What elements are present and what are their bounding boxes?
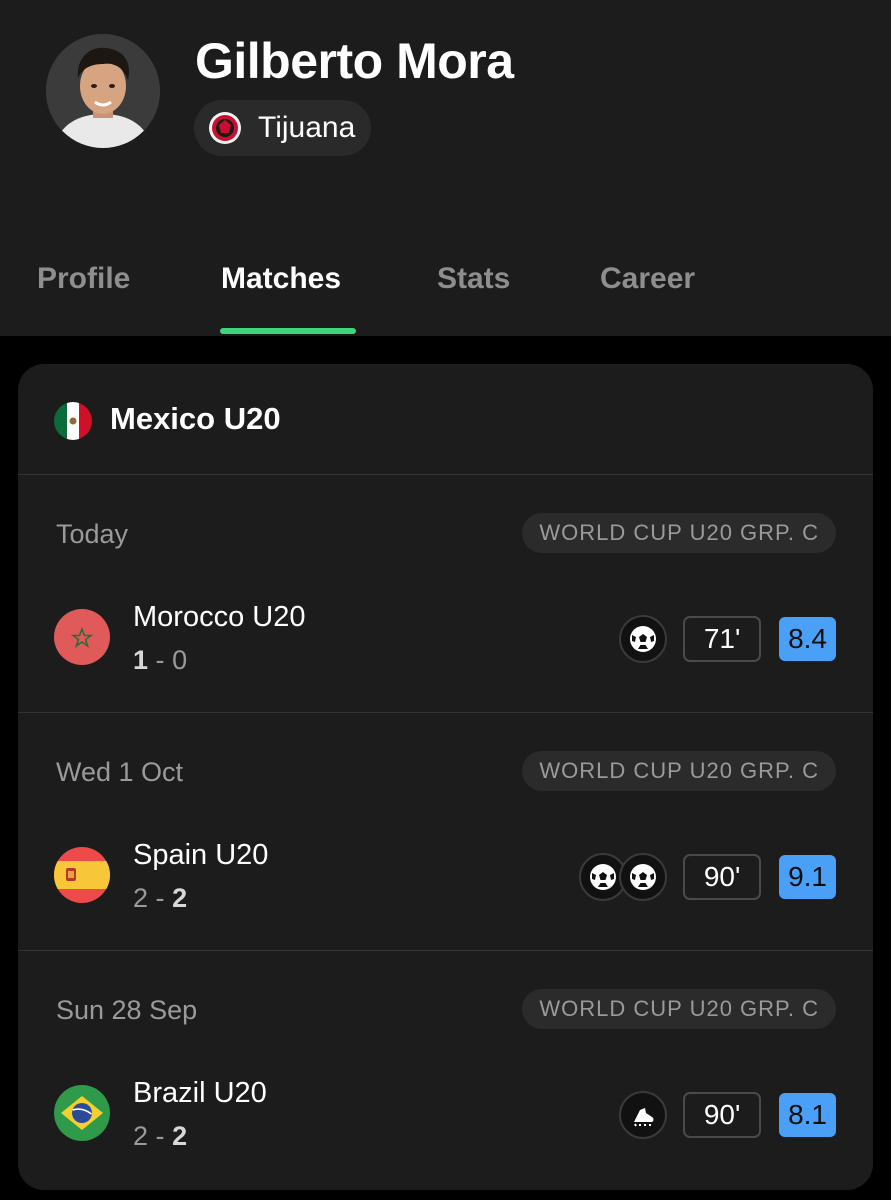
player-rating: 8.1: [779, 1093, 836, 1137]
player-header: Gilberto Mora Tijuana Profile Matches St…: [0, 0, 891, 336]
team-header[interactable]: Mexico U20: [18, 364, 873, 475]
opponent-name: Morocco U20: [133, 601, 306, 633]
morocco-flag-icon: [54, 609, 110, 665]
match-stats: 71' 8.4: [619, 615, 836, 663]
tab-matches[interactable]: Matches: [221, 262, 341, 296]
match-stats: 90' 9.1: [579, 853, 836, 901]
match-row[interactable]: Wed 1 Oct WORLD CUP U20 GRP. C Spain U20…: [18, 713, 873, 951]
match-row[interactable]: Sun 28 Sep WORLD CUP U20 GRP. C Brazil U…: [18, 951, 873, 1189]
player-avatar: [46, 34, 160, 148]
soccer-ball-icon: [619, 853, 668, 901]
club-crest-icon: [208, 111, 242, 145]
matches-card: Mexico U20 Today WORLD CUP U20 GRP. C Mo…: [18, 364, 873, 1190]
match-score: 2 - 2: [133, 1121, 188, 1151]
match-date: Sun 28 Sep: [56, 995, 198, 1025]
club-name: Tijuana: [258, 111, 356, 144]
tab-career[interactable]: Career: [600, 262, 695, 296]
brazil-flag-icon: [54, 1085, 110, 1141]
match-row[interactable]: Today WORLD CUP U20 GRP. C Morocco U20 1…: [18, 475, 873, 713]
club-chip[interactable]: Tijuana: [194, 100, 372, 156]
football-boot-icon: [619, 1091, 668, 1139]
spain-flag-icon: [54, 847, 110, 903]
minutes-played: 90': [683, 1092, 762, 1138]
mexico-flag-icon: [54, 402, 92, 440]
opponent-name: Spain U20: [133, 839, 269, 871]
competition-badge: WORLD CUP U20 GRP. C: [522, 989, 836, 1029]
player-name: Gilberto Mora: [195, 33, 514, 89]
team-name: Mexico U20: [110, 401, 281, 436]
match-score: 2 - 2: [133, 883, 188, 913]
tab-profile[interactable]: Profile: [37, 262, 130, 296]
player-rating: 8.4: [779, 617, 836, 661]
match-score: 1 - 0: [133, 645, 188, 675]
minutes-played: 71': [683, 616, 762, 662]
competition-badge: WORLD CUP U20 GRP. C: [522, 751, 836, 791]
minutes-played: 90': [683, 854, 762, 900]
match-date: Today: [56, 519, 129, 549]
match-stats: 90' 8.1: [619, 1091, 836, 1139]
active-tab-indicator: [220, 328, 356, 334]
opponent-name: Brazil U20: [133, 1077, 267, 1109]
competition-badge: WORLD CUP U20 GRP. C: [522, 513, 836, 553]
match-date: Wed 1 Oct: [56, 757, 184, 787]
player-rating: 9.1: [779, 855, 836, 899]
soccer-ball-icon: [619, 615, 668, 663]
tab-stats[interactable]: Stats: [437, 262, 510, 296]
